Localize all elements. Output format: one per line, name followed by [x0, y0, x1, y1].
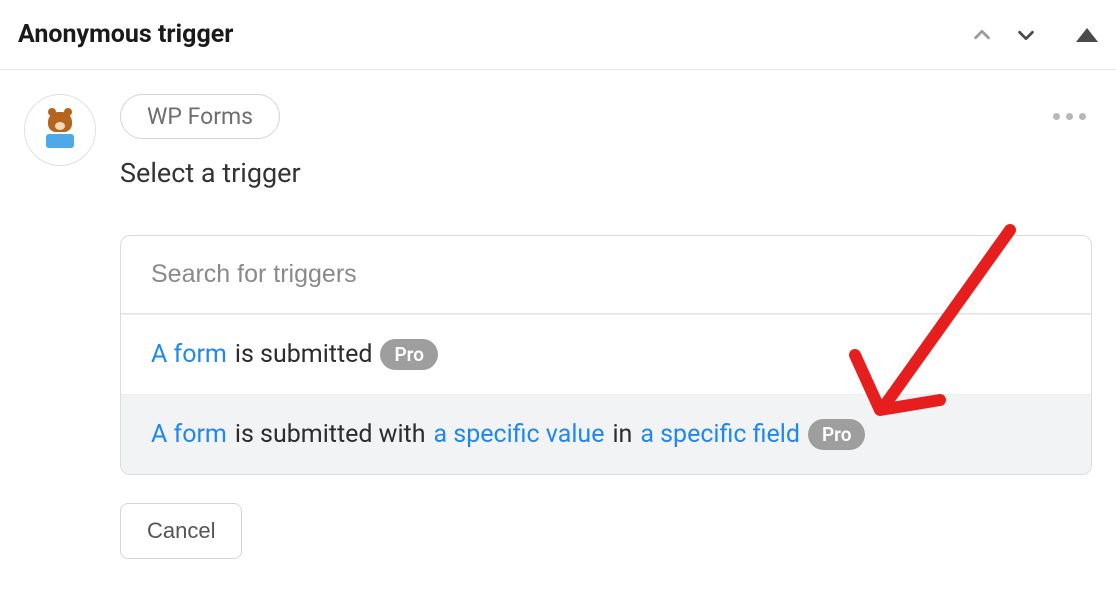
integration-logo: [24, 94, 96, 166]
option-token-text: is submitted with: [235, 420, 426, 449]
option-token-text: in: [612, 420, 632, 449]
search-input[interactable]: [151, 260, 1061, 289]
main-column: WP Forms Select a trigger A form is subm…: [120, 94, 1092, 559]
trigger-dropdown: A form is submitted Pro A form is submit…: [120, 235, 1092, 475]
panel-content: WP Forms Select a trigger A form is subm…: [0, 70, 1116, 559]
more-menu-icon[interactable]: [1047, 107, 1092, 126]
chevron-up-icon[interactable]: [968, 21, 996, 49]
section-title: Select a trigger: [120, 157, 1092, 189]
option-token-text: is submitted: [235, 340, 373, 369]
trigger-option[interactable]: A form is submitted Pro: [121, 314, 1091, 394]
triangle-up-icon[interactable]: [1076, 28, 1098, 42]
integration-chip[interactable]: WP Forms: [120, 94, 280, 139]
footer-actions: Cancel: [120, 503, 1092, 559]
panel-header: Anonymous trigger: [0, 0, 1116, 70]
panel-title: Anonymous trigger: [18, 20, 233, 49]
pro-badge: Pro: [808, 419, 866, 450]
search-box: [121, 236, 1091, 314]
pro-badge: Pro: [380, 339, 438, 370]
option-token-link: A form: [151, 340, 227, 369]
cancel-button[interactable]: Cancel: [120, 503, 242, 559]
option-token-link: a specific field: [640, 420, 800, 449]
top-row: WP Forms: [120, 94, 1092, 139]
option-token-link: a specific value: [434, 420, 605, 449]
trigger-option[interactable]: A form is submitted with a specific valu…: [121, 394, 1091, 474]
option-token-link: A form: [151, 420, 227, 449]
header-controls: [968, 21, 1098, 49]
chevron-down-icon[interactable]: [1012, 21, 1040, 49]
